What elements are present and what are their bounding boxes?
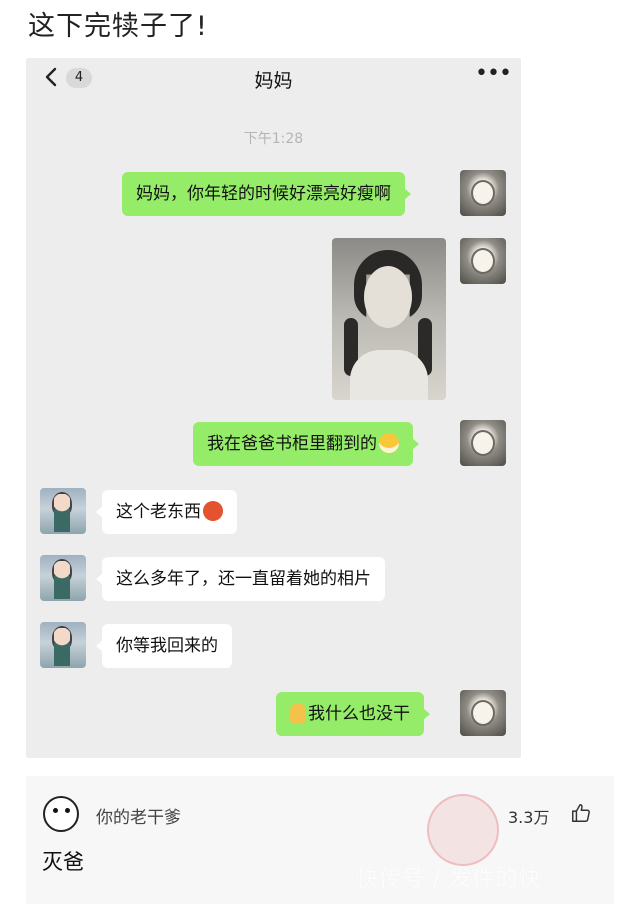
angry-emoji-icon (203, 501, 223, 521)
chat-title: 妈妈 (254, 70, 293, 92)
avatar-figure (54, 628, 70, 666)
dog-avatar-icon (473, 432, 493, 454)
pray-emoji-icon (290, 703, 306, 723)
message-timestamp: 下午1:28 (243, 131, 304, 147)
chat-screenshot: 4 妈妈 ••• 下午1:28 妈妈，你年轻的时候好漂亮好瘦啊 我在爸爸书柜里翻… (26, 58, 521, 758)
message-bubble-outgoing[interactable]: 我什么也没干 (276, 692, 430, 736)
message-text: 我什么也没干 (308, 704, 410, 724)
photo-face (364, 266, 412, 328)
thumbs-up-icon[interactable] (570, 802, 592, 824)
mom-avatar[interactable] (40, 555, 86, 601)
stamp-watermark-icon (427, 794, 499, 866)
comment-card: 你的老干爹 3.3万 灭爸 快传号 / 发件的快 (26, 776, 614, 904)
like-count: 3.3万 (508, 808, 550, 827)
user-avatar[interactable] (460, 170, 506, 216)
message-text: 这个老东西 (116, 502, 201, 522)
mom-avatar[interactable] (40, 622, 86, 668)
user-avatar[interactable] (460, 690, 506, 736)
mom-avatar[interactable] (40, 488, 86, 534)
dog-avatar-icon (473, 250, 493, 272)
comment-text: 灭爸 (42, 850, 84, 874)
message-text: 我在爸爸书柜里翻到的 (207, 434, 377, 454)
commenter-username[interactable]: 你的老干爹 (96, 803, 181, 828)
more-options-button[interactable]: ••• (475, 63, 512, 88)
message-bubble-outgoing[interactable]: 妈妈，你年轻的时候好漂亮好瘦啊 (122, 172, 411, 216)
post-title: 这下完犊子了! (28, 11, 208, 42)
commenter-avatar[interactable] (43, 796, 79, 832)
grin-emoji-icon (379, 433, 399, 453)
message-text: 这么多年了，还一直留着她的相片 (116, 569, 371, 589)
message-text: 妈妈，你年轻的时候好漂亮好瘦啊 (136, 184, 391, 204)
avatar-figure (54, 561, 70, 599)
photo-shirt (350, 350, 428, 400)
message-bubble-incoming[interactable]: 这么多年了，还一直留着她的相片 (96, 557, 385, 601)
avatar-figure (54, 494, 70, 532)
dog-avatar-icon (473, 182, 493, 204)
message-text: 你等我回来的 (116, 636, 218, 656)
message-bubble-incoming[interactable]: 你等我回来的 (96, 624, 232, 668)
user-avatar[interactable] (460, 420, 506, 466)
dog-avatar-icon (473, 702, 493, 724)
user-avatar[interactable] (460, 238, 506, 284)
chat-header: 4 妈妈 ••• (26, 58, 521, 98)
message-bubble-incoming[interactable]: 这个老东西 (96, 490, 237, 534)
source-watermark: 快传号 / 发件的快 (356, 867, 542, 892)
message-bubble-outgoing[interactable]: 我在爸爸书柜里翻到的 (193, 422, 419, 466)
shared-photo[interactable] (332, 238, 446, 400)
